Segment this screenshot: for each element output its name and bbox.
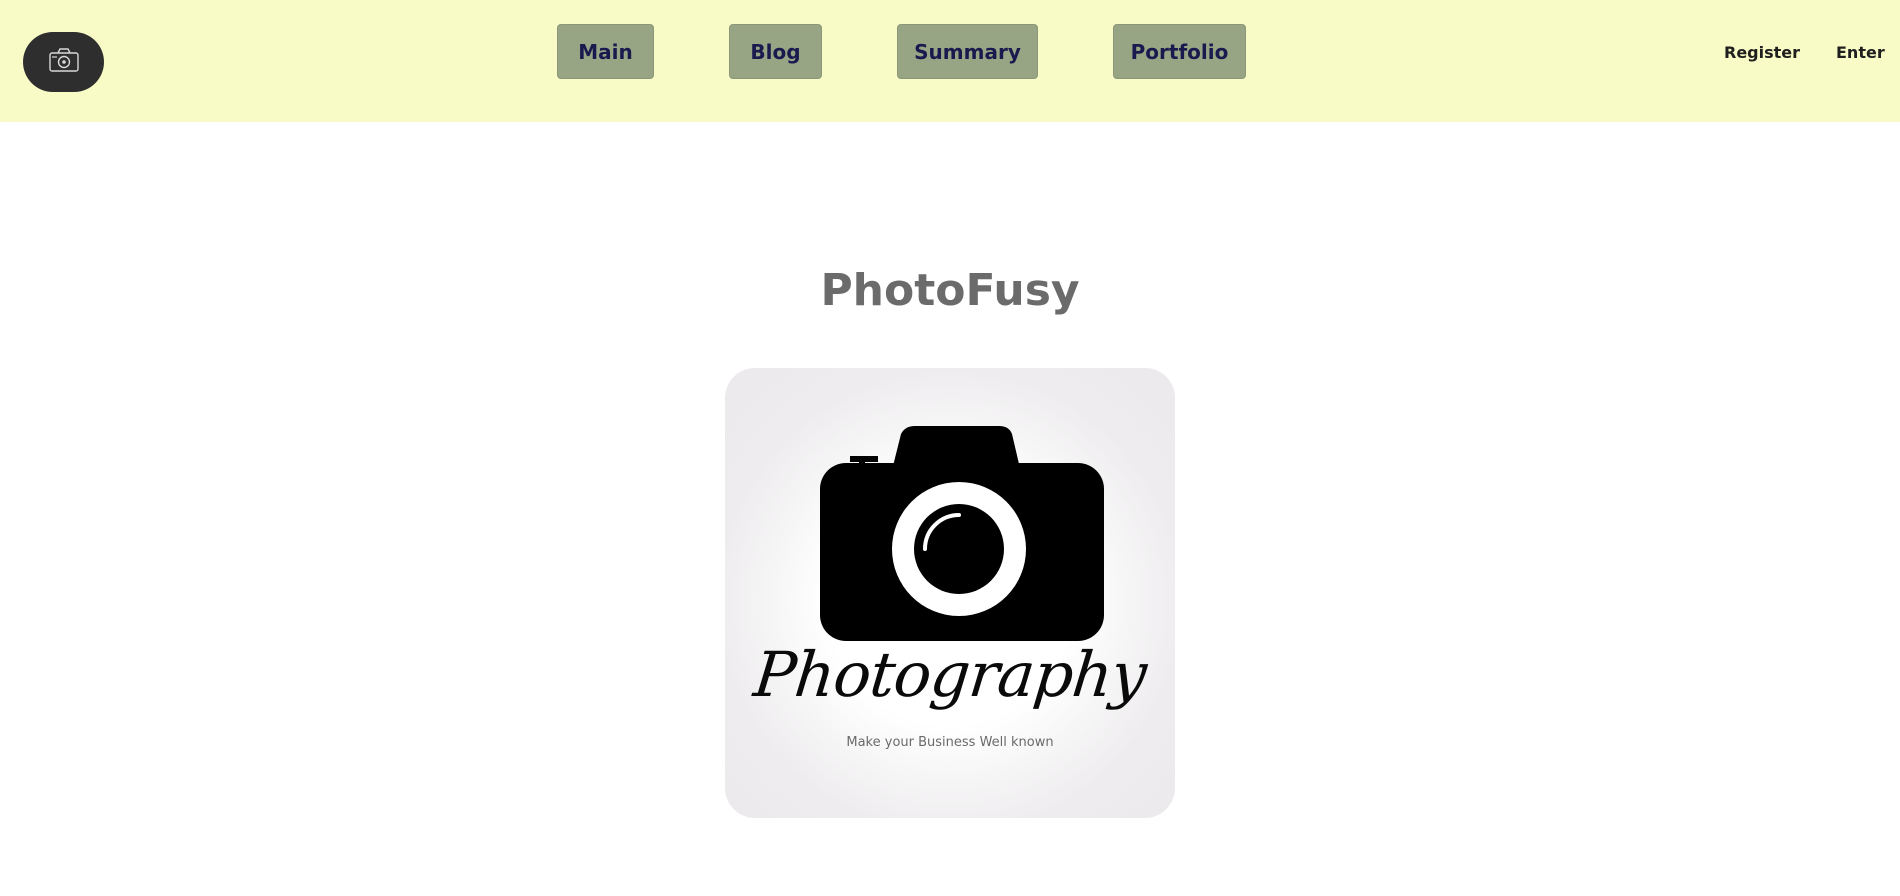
- register-link[interactable]: Register: [1724, 43, 1800, 62]
- nav-portfolio-button[interactable]: Portfolio: [1113, 24, 1246, 79]
- nav-summary-button[interactable]: Summary: [897, 24, 1038, 79]
- hero-tagline: Make your Business Well known: [846, 735, 1054, 750]
- top-navbar: Main Blog Summary Portfolio Register Ent…: [0, 0, 1900, 122]
- enter-link[interactable]: Enter: [1836, 43, 1885, 62]
- hero-script-text: Photography: [750, 638, 1150, 711]
- hero-image: Photography Make your Business Well know…: [725, 368, 1175, 818]
- nav-main-button[interactable]: Main: [557, 24, 654, 79]
- camera-icon: [48, 47, 80, 77]
- logo-button[interactable]: [23, 32, 104, 92]
- page-title: PhotoFusy: [820, 265, 1080, 316]
- nav-blog-button[interactable]: Blog: [729, 24, 822, 79]
